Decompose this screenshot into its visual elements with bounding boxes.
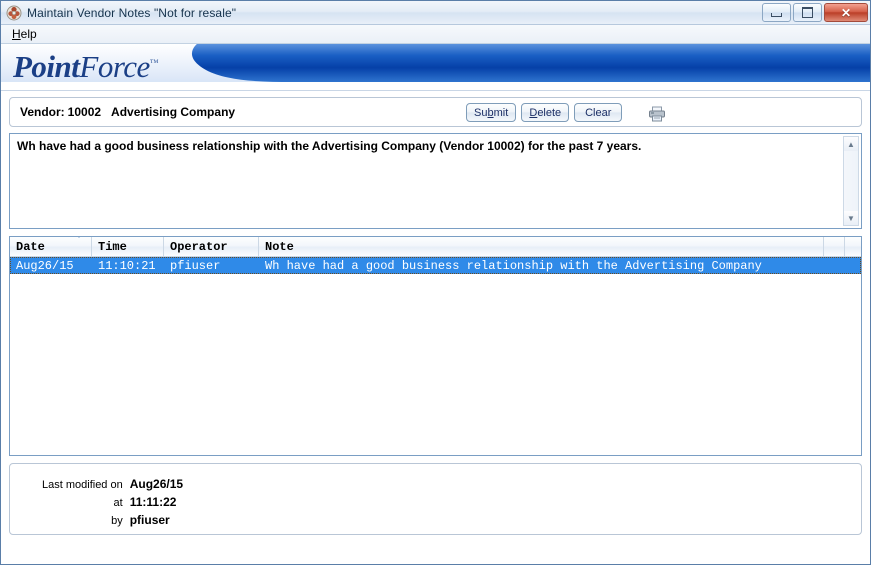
note-editor[interactable]: Wh have had a good business relationship… xyxy=(9,133,862,229)
close-button[interactable]: ✕ xyxy=(824,3,868,22)
grid-header-row: Date Time Operator Note xyxy=(10,237,861,257)
vendor-name: Advertising Company xyxy=(111,105,236,119)
last-modified-value: Aug26/15 xyxy=(129,477,184,491)
menu-item-help[interactable]: Help xyxy=(7,26,42,42)
menu-bar: Help xyxy=(1,25,870,44)
grid-column-header-note[interactable]: Note xyxy=(259,237,824,256)
pointforce-logo: PointForce™ xyxy=(13,49,159,85)
minimize-icon xyxy=(771,13,782,17)
title-bar: Maintain Vendor Notes "Not for resale" ✕ xyxy=(1,1,870,25)
table-cell-date: Aug26/15 xyxy=(16,258,74,273)
last-modified-value: pfiuser xyxy=(129,513,170,527)
printer-icon[interactable] xyxy=(648,106,666,122)
action-buttons: Su b mit Delete Clear xyxy=(466,103,665,122)
scroll-up-icon[interactable]: ▲ xyxy=(844,137,858,151)
logo-force: Force xyxy=(79,49,150,84)
clear-button-label: Clear xyxy=(585,106,612,119)
content-area: Vendor: 10002 Advertising Company Su b mit D… xyxy=(1,97,870,535)
close-icon: ✕ xyxy=(840,5,852,20)
notes-grid: Date Time Operator Note Aug26/15 11:10:21 pfi… xyxy=(9,236,862,456)
grid-column-header-label: Operator xyxy=(170,239,228,254)
grid-column-header-operator[interactable]: Operator xyxy=(164,237,259,256)
submit-button[interactable]: Su b mit xyxy=(466,103,517,122)
last-modified-info: Last modified on Aug26/15 at 11:11:22 by pfiu… xyxy=(42,477,183,527)
last-modified-panel: Last modified on Aug26/15 at 11:11:22 by pfiu… xyxy=(9,463,862,535)
table-cell-time: 11:10:21 xyxy=(98,258,156,273)
minimize-button[interactable] xyxy=(762,3,791,22)
application-window: Maintain Vendor Notes "Not for resale" ✕… xyxy=(0,0,871,565)
last-modified-label: Last modified on xyxy=(42,479,123,491)
scroll-down-icon[interactable]: ▼ xyxy=(844,211,858,225)
note-editor-scrollbar[interactable]: ▲ ▼ xyxy=(843,136,859,226)
vendor-label-text: Vendor: xyxy=(20,105,65,119)
maximize-button[interactable] xyxy=(793,3,822,22)
brand-banner: PointForce™ xyxy=(1,44,870,91)
grid-column-header-date[interactable]: Date xyxy=(10,237,92,256)
note-editor-text[interactable]: Wh have had a good business relationship… xyxy=(17,139,835,154)
last-modified-label: at xyxy=(113,497,123,509)
vendor-number: 10002 xyxy=(67,105,102,119)
banner-divider xyxy=(1,90,870,91)
table-cell-operator: pfiuser xyxy=(170,258,221,273)
logo-trademark: ™ xyxy=(149,57,159,68)
table-row[interactable]: Aug26/15 11:10:21 pfiuser Wh have had a goo… xyxy=(10,257,861,274)
sort-ascending-icon xyxy=(75,237,83,238)
application-icon xyxy=(6,5,22,21)
vendor-identity: Vendor: 10002 Advertising Company xyxy=(20,105,235,119)
grid-body: Aug26/15 11:10:21 pfiuser Wh have had a goo… xyxy=(10,257,861,274)
window-title: Maintain Vendor Notes "Not for resale" xyxy=(27,5,237,20)
window-controls: ✕ xyxy=(762,3,868,22)
grid-column-header-label: Note xyxy=(265,239,294,254)
last-modified-label: by xyxy=(111,515,123,527)
grid-column-header-label: Date xyxy=(16,239,45,254)
grid-column-header-time[interactable]: Time xyxy=(92,237,164,256)
delete-button[interactable]: Delete xyxy=(521,103,570,122)
table-cell-note: Wh have had a good business relationship… xyxy=(265,258,762,273)
maximize-icon xyxy=(802,7,813,18)
grid-column-header-blank[interactable] xyxy=(824,237,845,256)
vendor-action-bar: Vendor: 10002 Advertising Company Su b mit D… xyxy=(9,97,862,127)
last-modified-value: 11:11:22 xyxy=(129,495,177,509)
logo-point: Point xyxy=(13,49,80,84)
clear-button[interactable]: Clear xyxy=(574,103,623,122)
grid-column-header-label: Time xyxy=(98,239,127,254)
